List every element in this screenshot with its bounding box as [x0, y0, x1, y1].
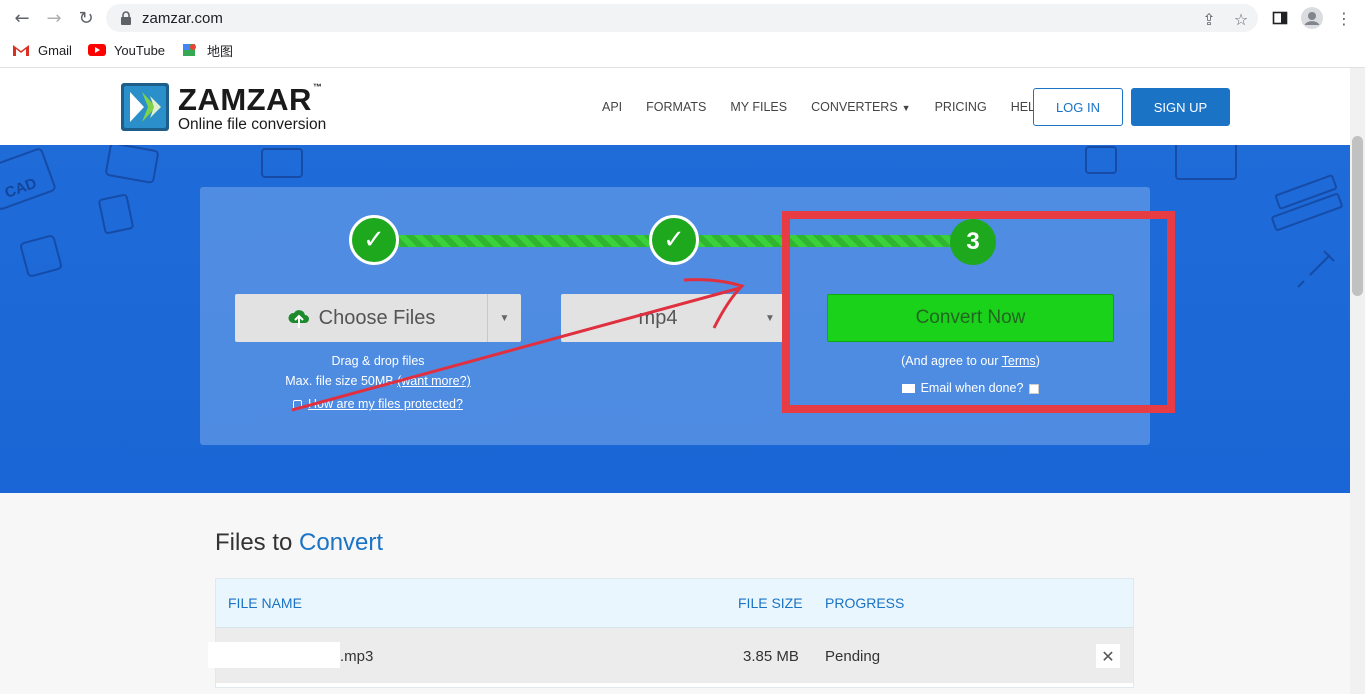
file-name-cell: .mp3 — [340, 648, 374, 665]
forward-arrow-icon[interactable]: → — [42, 6, 66, 30]
cloud-upload-icon — [288, 310, 309, 328]
site-header: ZAMZAR™ Online file conversion API FORMA… — [0, 68, 1350, 145]
files-title-accent: Convert — [299, 529, 384, 556]
bookmarks-bar: Gmail YouTube 地图 — [12, 40, 233, 60]
signup-button[interactable]: SIGN UP — [1131, 88, 1230, 126]
profile-avatar-icon[interactable] — [1300, 6, 1324, 30]
logo-tm: ™ — [312, 82, 323, 92]
padlock-icon — [293, 400, 303, 410]
scrollbar-thumb[interactable] — [1352, 136, 1363, 296]
choose-files-label: Choose Files — [318, 306, 436, 329]
share-icon[interactable]: ⇪ — [1200, 10, 1218, 29]
main-nav: API FORMATS MY FILES CONVERTERS ▼ PRICING… — [602, 100, 1043, 114]
side-panel-icon[interactable] — [1268, 6, 1292, 30]
caret-down-icon: ▼ — [901, 103, 911, 113]
max-size-line: Max. file size 50MB (want more?) — [235, 374, 521, 388]
nav-pricing[interactable]: PRICING — [935, 100, 987, 114]
youtube-icon — [87, 44, 106, 56]
max-size-text: Max. file size 50MB — [285, 374, 394, 388]
bookmark-youtube[interactable]: YouTube — [87, 42, 166, 58]
bookmark-label: 地图 — [207, 43, 234, 59]
logo-tagline: Online file conversion — [178, 116, 327, 133]
table-row: .mp3 3.85 MB Pending ✕ — [208, 628, 1133, 683]
files-table-header: FILE NAME FILE SIZE PROGRESS — [216, 579, 1133, 628]
files-table: FILE NAME FILE SIZE PROGRESS .mp3 3.85 M… — [208, 578, 1134, 688]
column-progress: PROGRESS — [825, 595, 905, 611]
menu-dots-icon[interactable]: ⋮ — [1332, 6, 1356, 30]
bookmark-gmail[interactable]: Gmail — [12, 43, 72, 58]
star-icon[interactable]: ☆ — [1232, 10, 1250, 29]
address-bar[interactable]: zamzar.com ⇪ ☆ — [106, 4, 1258, 32]
zamzar-logo[interactable]: ZAMZAR™ Online file conversion — [120, 82, 340, 133]
nav-converters-label: CONVERTERS — [811, 100, 898, 114]
format-select[interactable]: mp4 ▼ — [561, 294, 785, 342]
redacted-filename — [208, 642, 340, 668]
choose-files-button[interactable]: Choose Files ▼ — [235, 294, 521, 342]
column-file-name: FILE NAME — [228, 595, 302, 611]
login-button[interactable]: LOG IN — [1033, 88, 1123, 126]
bookmark-label: YouTube — [113, 42, 166, 58]
nav-api[interactable]: API — [602, 100, 622, 114]
format-value: mp4 — [638, 306, 678, 329]
bookmark-label: Gmail — [38, 42, 72, 58]
bookmark-maps[interactable]: 地图 — [181, 41, 233, 60]
lock-icon — [121, 11, 131, 25]
logo-word: ZAMZAR — [178, 82, 312, 117]
want-more-link[interactable]: (want more?) — [397, 374, 471, 388]
reload-icon[interactable]: ↻ — [74, 6, 98, 30]
annotation-highlight-box — [782, 211, 1175, 413]
page-scrollbar[interactable] — [1350, 68, 1365, 694]
file-size-cell: 3.85 MB — [743, 648, 799, 665]
files-title-main: Files to — [215, 529, 300, 556]
chevron-down-icon: ▼ — [765, 312, 775, 324]
drag-drop-text: Drag & drop files — [331, 354, 425, 368]
remove-file-close-icon[interactable]: ✕ — [1096, 644, 1120, 668]
logo-name: ZAMZAR™ — [178, 82, 322, 118]
files-section-title: Files to Convert — [215, 529, 383, 557]
maps-icon — [183, 44, 197, 56]
logo-chevrons-icon — [121, 83, 169, 131]
url-text: zamzar.com — [142, 10, 223, 27]
protected-line: How are my files protected? — [235, 397, 521, 411]
step-2-check-icon: ✓ — [649, 215, 699, 265]
progress-cell: Pending — [825, 648, 881, 665]
choose-files-main[interactable]: Choose Files — [235, 294, 487, 342]
choose-files-dropdown-icon[interactable]: ▼ — [487, 294, 521, 342]
step-1-check-icon: ✓ — [349, 215, 399, 265]
nav-my-files[interactable]: MY FILES — [730, 100, 787, 114]
back-arrow-icon[interactable]: ← — [10, 6, 34, 30]
nav-converters[interactable]: CONVERTERS ▼ — [811, 100, 911, 114]
files-section: Files to Convert FILE NAME FILE SIZE PRO… — [0, 493, 1350, 694]
nav-formats[interactable]: FORMATS — [646, 100, 706, 114]
browser-chrome: ← → ↻ zamzar.com ⇪ ☆ ⋮ Gmail YouTube 地图 — [0, 0, 1365, 68]
files-protected-link[interactable]: How are my files protected? — [308, 397, 463, 411]
column-file-size: FILE SIZE — [738, 595, 803, 611]
gmail-icon — [13, 45, 29, 56]
